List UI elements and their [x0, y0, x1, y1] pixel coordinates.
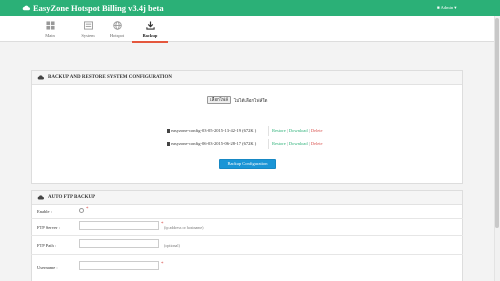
separator: |	[308, 128, 310, 133]
top-bar: EasyZone Hotspot Billing v3.4j beta ■ Ad…	[0, 0, 500, 16]
ftp-path-hint: (optional)	[164, 243, 180, 248]
config-file-name: easyzone-config-03-05-2015-13-42-19 (672…	[167, 128, 256, 133]
delete-link[interactable]: Delete	[311, 141, 323, 146]
tab-backup[interactable]: Backup	[132, 19, 168, 43]
globe-icon	[112, 21, 122, 30]
user-menu[interactable]: ■ Admin ▾	[437, 5, 457, 11]
tab-label: System	[81, 33, 95, 38]
tab-main[interactable]: Main	[33, 19, 67, 41]
row-divider	[31, 254, 463, 255]
download-link[interactable]: Download	[289, 128, 308, 133]
cloud-icon	[37, 75, 44, 80]
ftp-server-input[interactable]	[79, 221, 159, 230]
config-actions: Restore | Download | Delete	[272, 128, 323, 133]
tab-label: Hotspot	[109, 33, 125, 38]
cloud-icon	[22, 5, 30, 11]
help-icon[interactable]	[79, 208, 84, 213]
enable-label: Enable :	[37, 209, 52, 214]
caret-down-icon: ▾	[454, 5, 457, 10]
row-divider	[31, 235, 463, 236]
delete-link[interactable]: Delete	[311, 128, 323, 133]
config-file-name: easyzone-config-06-03-2015-06-28-17 (672…	[167, 141, 256, 146]
ftp-server-label: FTP Server :	[37, 225, 60, 230]
separator: |	[286, 141, 288, 146]
dashboard-icon	[45, 21, 55, 30]
backup-configuration-button[interactable]: Backup Configuration	[219, 159, 276, 169]
download-icon	[145, 21, 155, 30]
panel-header: AUTO FTP BACKUP	[32, 191, 462, 205]
separator: |	[308, 141, 310, 146]
restore-link[interactable]: Restore	[272, 128, 286, 133]
required-mark: *	[161, 262, 164, 267]
ftp-path-input[interactable]	[79, 239, 159, 248]
required-mark: *	[86, 207, 89, 212]
username-input[interactable]	[79, 261, 159, 270]
cloud-icon	[37, 195, 44, 200]
user-icon: ■	[437, 5, 440, 10]
row-divider	[31, 218, 463, 219]
tab-label: Main	[45, 33, 55, 38]
config-name-text: easyzone-config-06-03-2015-06-28-17 (672…	[171, 141, 257, 146]
ftp-path-label: FTP Path :	[37, 243, 57, 248]
divider	[268, 126, 269, 136]
choose-file-button[interactable]: เลือกไฟล์	[207, 96, 231, 104]
nav-tabs: Main System Hotspot Backup	[0, 16, 500, 43]
file-icon	[167, 141, 170, 146]
scrollbar-thumb[interactable]	[495, 18, 499, 228]
panel-title: BACKUP AND RESTORE SYSTEM CONFIGURATION	[48, 75, 173, 80]
tab-label: Backup	[142, 33, 158, 38]
no-file-chosen-label: ไม่ได้เลือกไฟล์ใด	[234, 98, 268, 103]
system-icon	[83, 21, 93, 30]
tab-hotspot[interactable]: Hotspot	[100, 19, 134, 41]
panel-title: AUTO FTP BACKUP	[48, 195, 96, 200]
config-name-text: easyzone-config-03-05-2015-13-42-19 (672…	[171, 128, 257, 133]
user-name: Admin	[440, 5, 454, 10]
ftp-server-hint: (ip address or hostname)	[164, 225, 204, 230]
username-label: Username :	[37, 265, 58, 270]
divider	[268, 139, 269, 149]
file-icon	[167, 128, 170, 133]
app-title[interactable]: EasyZone Hotspot Billing v3.4j beta	[33, 3, 164, 13]
separator: |	[286, 128, 288, 133]
panel-header: BACKUP AND RESTORE SYSTEM CONFIGURATION	[32, 71, 462, 85]
download-link[interactable]: Download	[289, 141, 308, 146]
config-actions: Restore | Download | Delete	[272, 141, 323, 146]
restore-link[interactable]: Restore	[272, 141, 286, 146]
